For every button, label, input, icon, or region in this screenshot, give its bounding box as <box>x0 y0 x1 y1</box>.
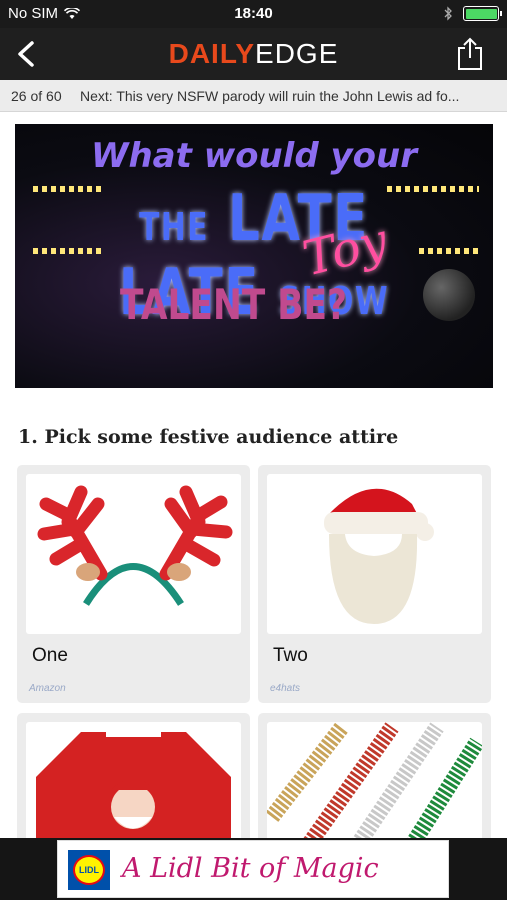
image-credit[interactable]: e4hats <box>270 683 300 694</box>
logo-daily: DAILY <box>168 38 256 69</box>
answer-card-three[interactable] <box>17 713 250 853</box>
battery-fill <box>465 8 497 19</box>
battery-icon <box>463 6 502 21</box>
clock: 18:40 <box>234 5 273 22</box>
answer-card-two[interactable]: Two e4hats <box>258 465 491 703</box>
answer-label: One <box>32 645 68 666</box>
hero-the: THE <box>139 205 210 249</box>
share-icon[interactable] <box>455 36 485 72</box>
image-credit[interactable]: Amazon <box>29 683 66 694</box>
app-logo: DAILYEDGE <box>0 38 507 70</box>
question-title: 1. Pick some festive audience attire <box>18 426 399 448</box>
ad-banner-bar: LIDL A Lidl Bit of Magic <box>0 838 507 900</box>
next-article-link[interactable]: Next: This very NSFW parody will ruin th… <box>80 88 500 104</box>
christmas-jumper-image <box>26 722 241 853</box>
logo-edge: EDGE <box>255 38 339 69</box>
answer-card-one[interactable]: One Amazon <box>17 465 250 703</box>
answer-card-four[interactable] <box>258 713 491 853</box>
antlers-image <box>26 474 241 634</box>
navigation-bar: DAILYEDGE <box>0 28 507 80</box>
bluetooth-icon <box>444 6 452 21</box>
hero-image: What would your THE LATE LATE SHOW Toy T… <box>15 124 493 388</box>
tinsel-image <box>267 722 482 853</box>
article-counter: 26 of 60 <box>11 88 62 104</box>
answer-label: Two <box>273 645 308 666</box>
hero-line-3: TALENT BE? <box>120 280 348 329</box>
santa-hat-image <box>267 474 482 634</box>
next-article-bar[interactable]: 26 of 60 Next: This very NSFW parody wil… <box>0 80 507 112</box>
ad-tagline: A Lidl Bit of Magic <box>122 853 379 884</box>
lidl-logo-text: LIDL <box>73 855 105 885</box>
hero-line-1: What would your <box>90 136 418 176</box>
lidl-ad[interactable]: LIDL A Lidl Bit of Magic <box>57 840 449 898</box>
lidl-logo: LIDL <box>68 850 110 890</box>
status-bar: No SIM 18:40 <box>0 0 507 28</box>
